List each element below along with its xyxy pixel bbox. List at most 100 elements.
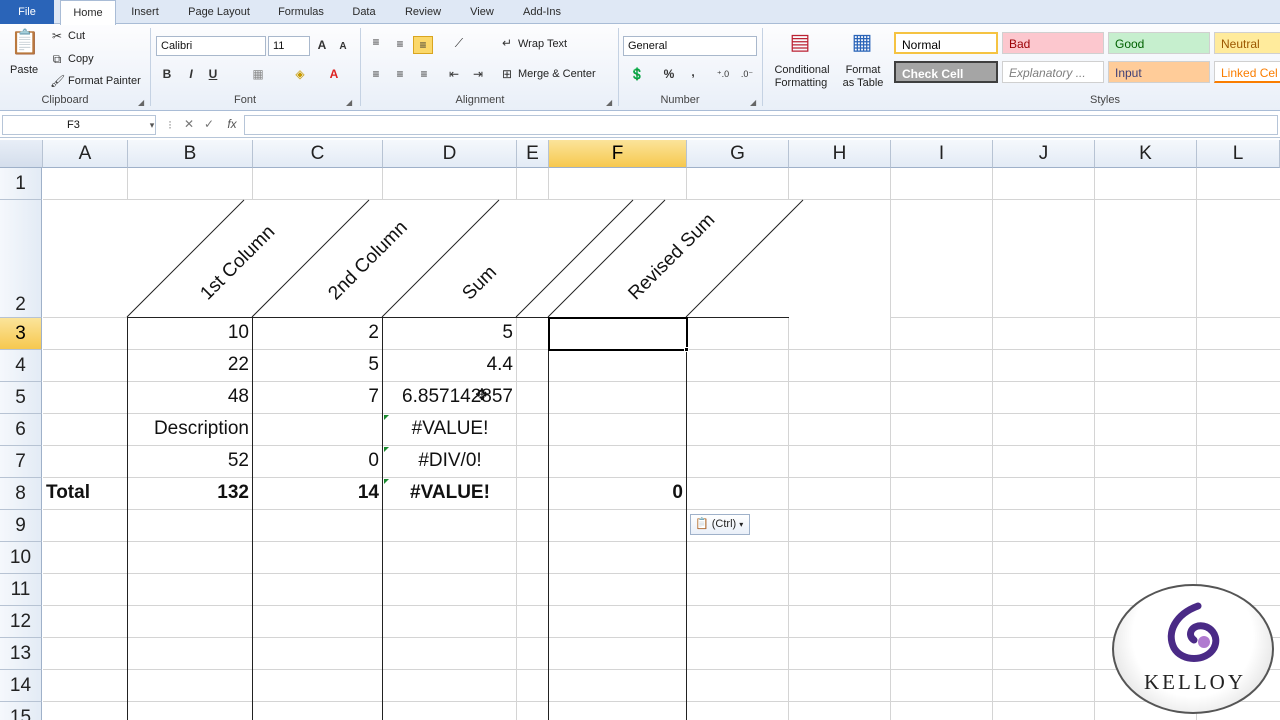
format-as-table-icon[interactable]: ▦	[848, 28, 876, 56]
row-header-11[interactable]: 11	[0, 574, 42, 606]
align-bottom-icon[interactable]: ≡	[413, 36, 433, 54]
format-painter-icon[interactable]: 🖌	[50, 73, 65, 89]
font-launcher-icon[interactable]: ◢	[346, 98, 352, 107]
orientation-icon[interactable]: ⟋	[448, 35, 470, 51]
style-bad[interactable]: Bad	[1002, 32, 1104, 54]
bold-button[interactable]: B	[160, 66, 174, 82]
fill-handle[interactable]	[684, 347, 689, 352]
enter-icon[interactable]: ✓	[202, 116, 216, 132]
align-top-icon[interactable]: ≡	[368, 34, 384, 50]
percent-style-button[interactable]: %	[662, 66, 676, 82]
decrease-decimal-icon[interactable]: .0⁻	[738, 66, 756, 82]
grow-font-icon[interactable]: A	[314, 37, 330, 53]
conditional-formatting-label1[interactable]: Conditional	[770, 64, 834, 76]
name-box[interactable]: F3	[2, 115, 156, 135]
cell-c3[interactable]: 2	[253, 318, 383, 348]
row-header-12[interactable]: 12	[0, 606, 42, 638]
number-format-select[interactable]: General	[623, 36, 757, 56]
cell-b5[interactable]: 48	[128, 382, 253, 412]
tab-review[interactable]: Review	[396, 0, 450, 24]
col-header-i[interactable]: I	[891, 140, 993, 168]
style-check-cell[interactable]: Check Cell	[894, 61, 998, 83]
cell-c5[interactable]: 7	[253, 382, 383, 412]
format-as-table-label2[interactable]: as Table	[836, 77, 890, 89]
cell-a8[interactable]: Total	[46, 478, 128, 508]
style-neutral[interactable]: Neutral	[1214, 32, 1280, 54]
tab-page-layout[interactable]: Page Layout	[180, 0, 258, 24]
cell-d5[interactable]: 6.857142857	[383, 382, 517, 412]
italic-button[interactable]: I	[184, 66, 198, 82]
style-input[interactable]: Input	[1108, 61, 1210, 83]
copy-icon[interactable]: ⧉	[50, 51, 64, 67]
tab-data[interactable]: Data	[344, 0, 384, 24]
tab-file[interactable]: File	[0, 0, 54, 24]
row-header-9[interactable]: 9	[0, 510, 42, 542]
tab-add-ins[interactable]: Add-Ins	[514, 0, 570, 24]
font-size-select[interactable]: 11	[268, 36, 310, 56]
cell-d6[interactable]: #VALUE!	[383, 414, 517, 444]
merge-center-button[interactable]: Merge & Center	[518, 68, 596, 80]
increase-decimal-icon[interactable]: ⁺.0	[714, 66, 732, 82]
align-center-icon[interactable]: ≡	[392, 66, 408, 82]
cut-button[interactable]: Cut	[68, 30, 85, 42]
align-middle-icon[interactable]: ≡	[392, 36, 408, 52]
style-normal[interactable]: Normal	[894, 32, 998, 54]
paste-options-button[interactable]: 📋 (Ctrl) ▾	[690, 514, 750, 535]
cell-d4[interactable]: 4.4	[383, 350, 517, 380]
underline-button[interactable]: U	[206, 66, 220, 82]
active-cell-f3[interactable]	[548, 317, 688, 351]
wrap-text-button[interactable]: Wrap Text	[518, 38, 567, 50]
align-right-icon[interactable]: ≡	[416, 66, 432, 82]
copy-button[interactable]: Copy	[68, 53, 94, 65]
cell-c7[interactable]: 0	[253, 446, 383, 476]
comma-style-button[interactable]: ,	[686, 64, 700, 80]
format-painter-button[interactable]: Format Painter	[68, 75, 141, 87]
row-header-5[interactable]: 5	[0, 382, 42, 414]
formula-input[interactable]	[244, 115, 1278, 135]
row-header-8[interactable]: 8	[0, 478, 42, 510]
name-box-dropdown-icon[interactable]: ▾	[148, 117, 156, 133]
insert-function-button[interactable]: fx	[224, 116, 240, 132]
style-linked-cell[interactable]: Linked Cel	[1214, 61, 1280, 83]
cell-d8[interactable]: #VALUE!	[383, 478, 517, 508]
style-explanatory[interactable]: Explanatory ...	[1002, 61, 1104, 83]
increase-indent-icon[interactable]: ⇥	[470, 66, 486, 82]
conditional-formatting-icon[interactable]: ▤	[786, 28, 814, 56]
alignment-launcher-icon[interactable]: ◢	[606, 98, 612, 107]
paste-icon[interactable]: 📋	[10, 28, 40, 58]
cell-b7[interactable]: 52	[128, 446, 253, 476]
tab-view[interactable]: View	[462, 0, 502, 24]
cell-d7[interactable]: #DIV/0!	[383, 446, 517, 476]
cancel-icon[interactable]: ✕	[182, 116, 196, 132]
font-name-select[interactable]: Calibri	[156, 36, 266, 56]
row-header-7[interactable]: 7	[0, 446, 42, 478]
conditional-formatting-label2[interactable]: Formatting	[766, 77, 836, 89]
number-launcher-icon[interactable]: ◢	[750, 98, 756, 107]
style-good[interactable]: Good	[1108, 32, 1210, 54]
clipboard-launcher-icon[interactable]: ◢	[138, 98, 144, 107]
row-header-13[interactable]: 13	[0, 638, 42, 670]
cell-b4[interactable]: 22	[128, 350, 253, 380]
shrink-font-icon[interactable]: A	[336, 39, 350, 55]
cell-c8[interactable]: 14	[253, 478, 383, 508]
cell-c4[interactable]: 5	[253, 350, 383, 380]
col-header-k[interactable]: K	[1095, 140, 1197, 168]
tab-insert[interactable]: Insert	[122, 0, 168, 24]
cell-b3[interactable]: 10	[128, 318, 253, 348]
col-header-l[interactable]: L	[1197, 140, 1280, 168]
font-color-icon[interactable]: A	[326, 66, 342, 82]
cut-icon[interactable]: ✂	[50, 28, 64, 44]
row-header-15[interactable]: 15	[0, 702, 42, 720]
cell-b6[interactable]: Description	[128, 414, 253, 444]
borders-icon[interactable]: ▦	[250, 66, 266, 82]
cell-d3[interactable]: 5	[383, 318, 517, 348]
decrease-indent-icon[interactable]: ⇤	[446, 66, 462, 82]
accounting-format-icon[interactable]: 💲	[628, 66, 646, 82]
paste-button[interactable]: Paste	[10, 64, 38, 76]
cell-f8[interactable]: 0	[549, 478, 687, 508]
row-header-10[interactable]: 10	[0, 542, 42, 574]
tab-formulas[interactable]: Formulas	[270, 0, 332, 24]
col-header-j[interactable]: J	[993, 140, 1095, 168]
tab-home[interactable]: Home	[60, 0, 116, 25]
fill-color-icon[interactable]: ◈	[292, 66, 308, 82]
